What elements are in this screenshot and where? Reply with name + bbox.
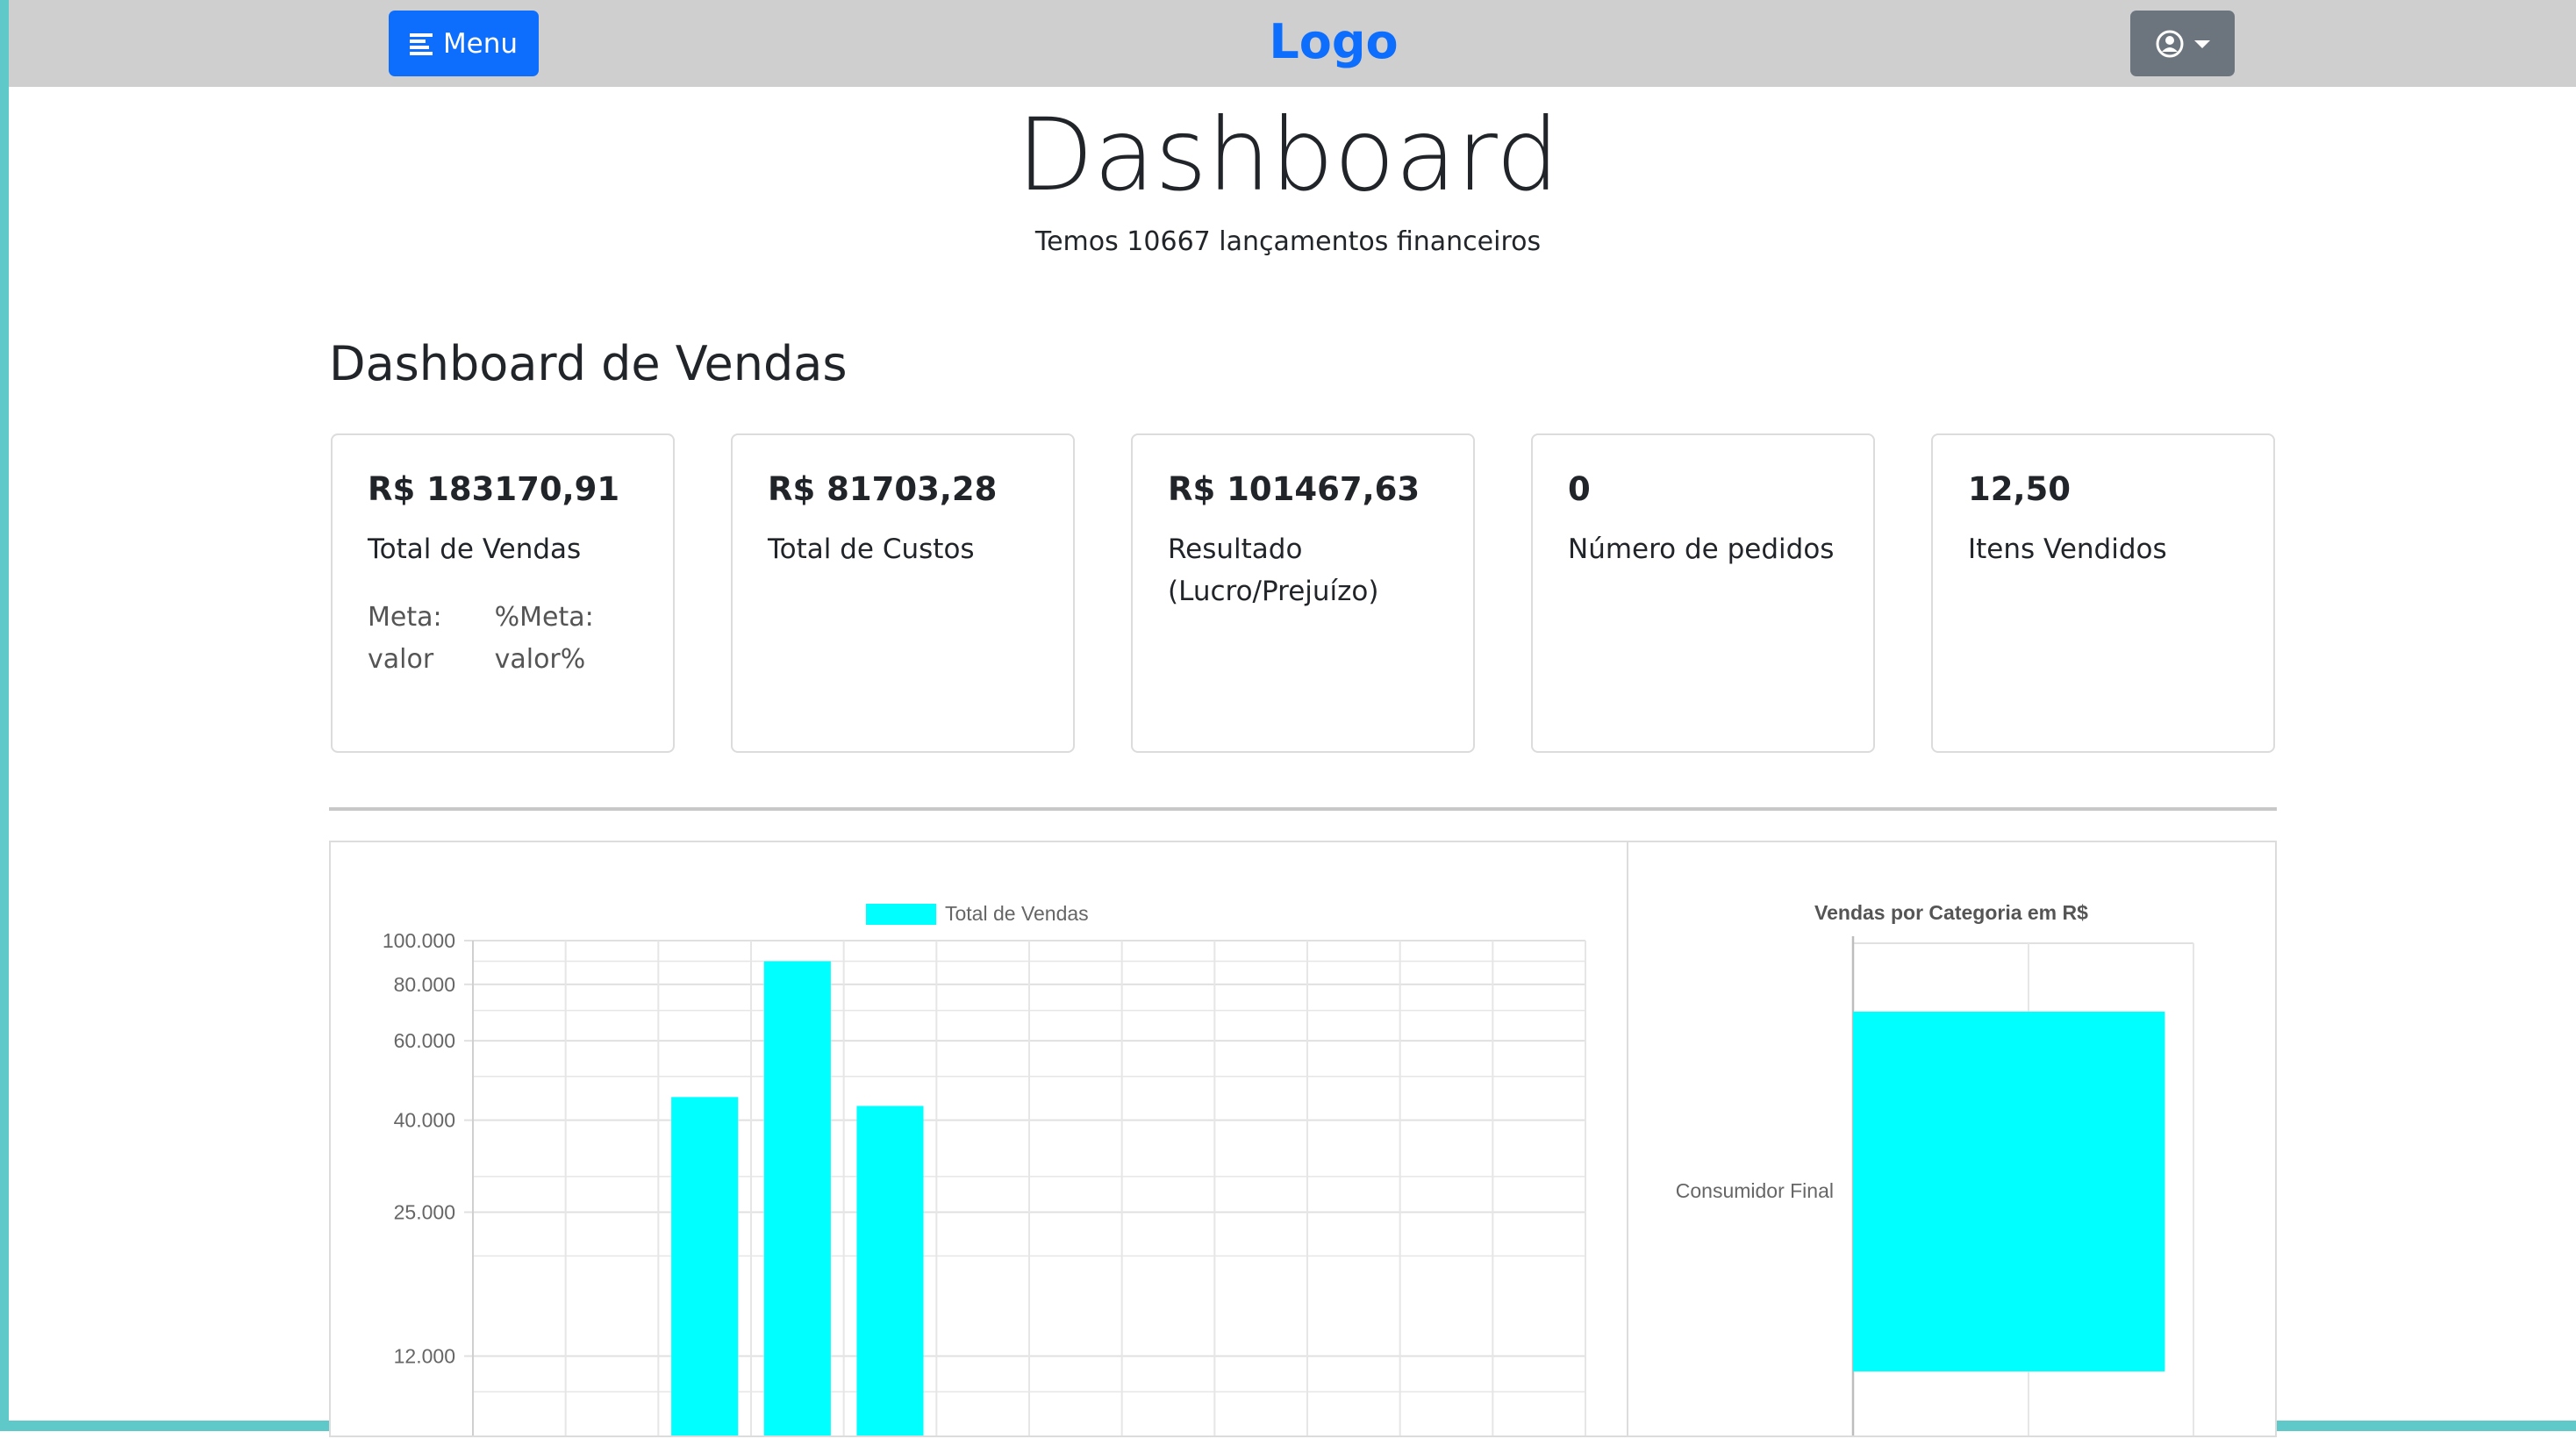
legend-swatch	[866, 904, 936, 925]
meta-row: Meta: valor %Meta: valor%	[368, 597, 638, 681]
y-tick-label: 60.000	[394, 1029, 455, 1052]
caret-down-icon	[2193, 39, 2210, 48]
category-label: Consumidor Final	[1676, 1179, 1834, 1202]
card-value: R$ 81703,28	[768, 470, 998, 508]
navbar: Menu Logo	[9, 0, 2576, 87]
percent-meta-value: valor%	[494, 644, 586, 675]
user-menu-button[interactable]	[2130, 11, 2235, 76]
menu-button-label: Menu	[442, 27, 519, 60]
window-frame-left	[0, 0, 9, 1431]
page-title: Dashboard	[1016, 97, 1560, 213]
card-label: Total de Vendas	[368, 533, 582, 565]
y-tick-label: 40.000	[394, 1109, 455, 1132]
logo[interactable]: Logo	[1211, 7, 1456, 77]
card-total-custos: R$ 81703,28 Total de Custos	[731, 433, 1075, 753]
y-tick-label: 25.000	[394, 1201, 455, 1224]
user-circle-icon	[2156, 30, 2183, 57]
vendas-bar-chart: Total de Vendas 100.000 80.000 60.000 40.000…	[383, 902, 1586, 1435]
section-title: Dashboard de Vendas	[329, 336, 848, 391]
card-numero-pedidos: 0 Número de pedidos	[1531, 433, 1875, 753]
card-label: Resultado (Lucro/Prejuízo)	[1168, 533, 1379, 607]
page-subtitle: Temos 10667 lançamentos financeiros	[1034, 226, 1542, 257]
meta-value: valor	[368, 644, 434, 675]
card-value: 12,50	[1968, 470, 2072, 508]
bar	[856, 1106, 924, 1435]
bar	[1853, 1012, 2165, 1371]
meta-label: Meta:	[368, 602, 442, 633]
percent-meta-block: %Meta: valor%	[495, 597, 594, 681]
card-label: Número de pedidos	[1568, 533, 1835, 565]
card-label: Itens Vendidos	[1968, 533, 2167, 565]
card-itens-vendidos: 12,50 Itens Vendidos	[1931, 433, 2275, 753]
card-value: 0	[1568, 470, 1591, 508]
y-tick-label: 12.000	[394, 1344, 455, 1367]
y-tick-label: 80.000	[394, 973, 455, 996]
legend-label: Total de Vendas	[945, 902, 1089, 925]
hamburger-icon	[409, 32, 433, 55]
vendas-bar-chart-card: Total de Vendas 100.000 80.000 60.000 40.000…	[329, 841, 1628, 1437]
bar	[763, 961, 831, 1435]
menu-button[interactable]: Menu	[389, 11, 539, 76]
y-tick-label: 100.000	[383, 929, 455, 952]
card-total-vendas: R$ 183170,91 Total de Vendas Meta: valor…	[331, 433, 675, 753]
meta-block: Meta: valor	[368, 597, 442, 681]
card-resultado: R$ 101467,63 Resultado (Lucro/Prejuízo)	[1131, 433, 1475, 753]
card-value: R$ 101467,63	[1168, 470, 1420, 508]
chart-title: Vendas por Categoria em R$	[1814, 901, 2088, 924]
categoria-bar-chart: Vendas por Categoria em R$ Consumidor Fin…	[1676, 901, 2194, 1435]
categoria-chart-card: Vendas por Categoria em R$ Consumidor Fin…	[1627, 841, 2277, 1437]
card-value: R$ 183170,91	[368, 470, 620, 508]
bar	[671, 1097, 739, 1435]
divider	[329, 807, 2277, 811]
card-label: Total de Custos	[768, 533, 975, 565]
percent-meta-label: %Meta:	[494, 602, 594, 633]
